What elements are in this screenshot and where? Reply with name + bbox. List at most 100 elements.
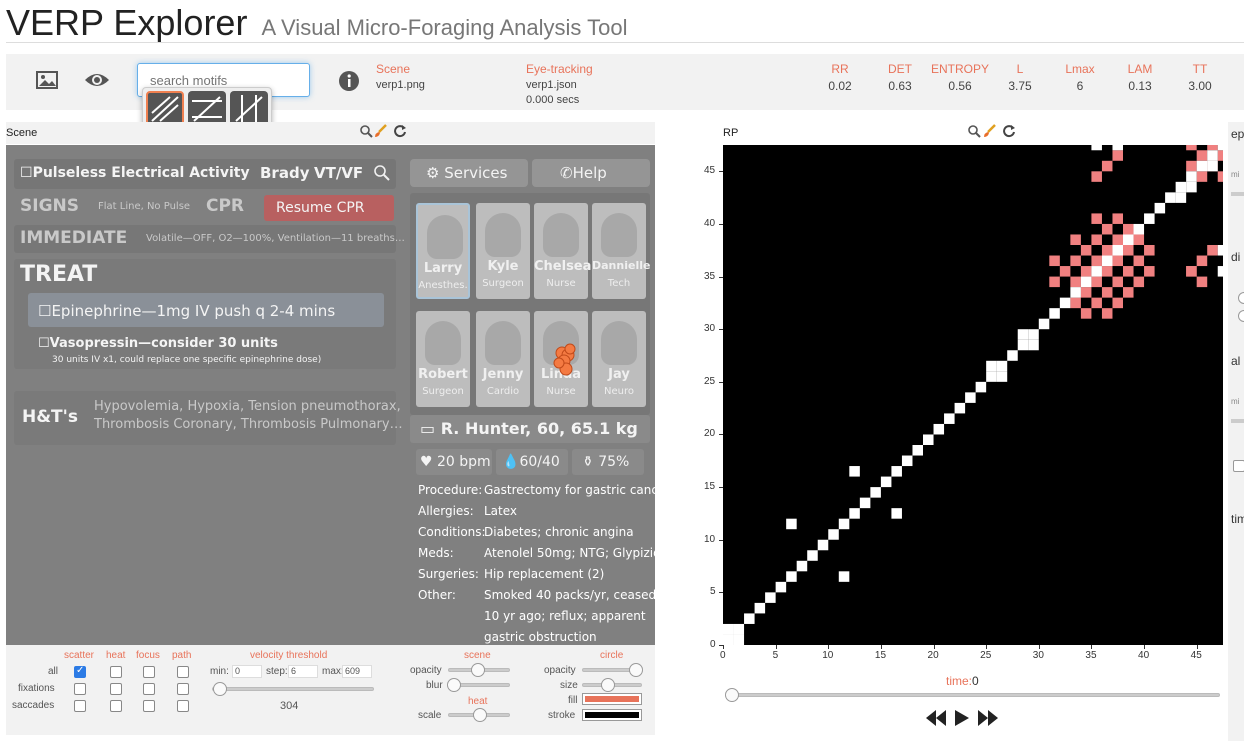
rp-recurrence-cell: [965, 392, 976, 403]
metric-value: 0.56: [948, 79, 972, 93]
scatter-saccades-checkbox[interactable]: [74, 700, 86, 712]
time-slider-knob[interactable]: [725, 688, 739, 702]
slider-knob[interactable]: [473, 708, 487, 722]
rp-recurrence-cell: [986, 360, 997, 372]
focus-all-checkbox[interactable]: [143, 666, 155, 678]
rp-motif-cell: [1196, 276, 1208, 288]
brush-icon[interactable]: [983, 124, 997, 143]
slider-knob[interactable]: [447, 678, 461, 692]
staff-card[interactable]: Jay Neuro: [592, 311, 646, 407]
brush-icon[interactable]: [374, 124, 388, 143]
detail-value: Latex: [484, 504, 518, 518]
focus-fixations-checkbox[interactable]: [143, 683, 155, 695]
refresh-icon[interactable]: [393, 124, 407, 143]
x-tick-label: 30: [1032, 650, 1044, 661]
scene-view[interactable]: ☐Pulseless Electrical Activity Brady VT/…: [6, 145, 655, 645]
scene-opacity-slider[interactable]: [448, 663, 510, 677]
rp-motif-cell: [1133, 234, 1145, 245]
scene-blur-slider[interactable]: [447, 678, 510, 692]
clipped-slider[interactable]: [1231, 419, 1244, 423]
metric-l: L 3.75: [990, 62, 1050, 93]
clipped-radio[interactable]: [1238, 292, 1244, 304]
help-label: ✆Help: [560, 164, 607, 182]
magnifier-icon[interactable]: [968, 125, 981, 143]
magnifier-icon[interactable]: [360, 125, 373, 143]
staff-card[interactable]: Larry Anesthes.: [416, 203, 470, 299]
y-tick-label: 15: [704, 481, 716, 493]
staff-name: Larry: [423, 261, 463, 276]
recurrence-plot[interactable]: [723, 139, 1229, 645]
x-tick-mark: [1196, 645, 1198, 649]
rp-motif-cell: [1217, 150, 1229, 161]
clipped-slider[interactable]: [1231, 192, 1244, 196]
rp-recurrence-cell: [1028, 329, 1039, 340]
patient-name-text: R. Hunter, 60, 65.1 kg: [440, 419, 638, 438]
detail-key: Other:: [418, 588, 456, 602]
x-tick-mark: [775, 645, 777, 649]
scatter-fixations-checkbox[interactable]: [74, 683, 86, 695]
max-input[interactable]: 609: [342, 665, 372, 678]
fast-forward-icon[interactable]: [978, 710, 998, 731]
fill-color-picker[interactable]: [582, 693, 642, 705]
circle-size-slider[interactable]: [582, 678, 642, 692]
recurrence-plot-svg: [723, 139, 1229, 645]
rp-motif-cell: [1186, 160, 1197, 172]
heat-all-checkbox[interactable]: [110, 666, 122, 678]
rewind-icon[interactable]: [926, 710, 946, 731]
velocity-slider[interactable]: [212, 682, 374, 696]
staff-card[interactable]: Dannielle Tech: [592, 203, 650, 299]
step-input[interactable]: 6: [288, 665, 318, 678]
metric-det: DET 0.63: [870, 62, 930, 93]
rp-motif-cell: [1091, 171, 1102, 182]
avatar: [543, 213, 579, 257]
staff-role: Surgeon: [422, 386, 464, 397]
path-all-checkbox[interactable]: [177, 666, 189, 678]
rp-recurrence-cell: [933, 423, 945, 435]
image-icon[interactable]: [36, 70, 60, 94]
staff-card[interactable]: Chelsea Nurse: [534, 203, 591, 299]
clipped-checkbox[interactable]: [1233, 460, 1244, 472]
rp-motif-cell: [1207, 139, 1218, 151]
time-slider[interactable]: [725, 688, 1220, 702]
path-saccades-checkbox[interactable]: [177, 700, 189, 712]
heat-saccades-checkbox[interactable]: [110, 700, 122, 712]
focus-saccades-checkbox[interactable]: [143, 700, 155, 712]
staff-card[interactable]: Jenny Cardio: [476, 311, 530, 407]
scatter-all-checkbox[interactable]: [74, 665, 86, 678]
velocity-slider-knob[interactable]: [213, 682, 227, 696]
min-input[interactable]: 0: [232, 665, 262, 678]
info-icon[interactable]: [338, 70, 360, 97]
clipped-radio[interactable]: [1238, 310, 1244, 322]
eye-icon[interactable]: [84, 70, 109, 94]
y-tick-mark: [719, 329, 723, 331]
patient-detail-row: Conditions:Diabetes; chronic angina: [418, 525, 634, 539]
refresh-icon[interactable]: [1002, 124, 1016, 143]
patient-detail-row: Surgeries: Hip replacement (2): [418, 567, 604, 581]
circle-opacity-slider[interactable]: [582, 663, 643, 677]
rp-recurrence-cell: [849, 466, 860, 477]
slider-knob[interactable]: [601, 678, 615, 692]
staff-card[interactable]: Robert Surgeon: [416, 311, 470, 407]
scene-search-icon[interactable]: [374, 165, 390, 186]
rp-label: RP: [723, 127, 739, 139]
slider-knob[interactable]: [629, 663, 643, 677]
metric-value: 0.63: [888, 79, 912, 93]
brady-tab[interactable]: Brady: [260, 164, 309, 182]
play-icon[interactable]: [955, 710, 969, 731]
rp-motif-cell: [1101, 223, 1113, 235]
heat-fixations-checkbox[interactable]: [110, 683, 122, 695]
rp-recurrence-cell: [901, 455, 913, 467]
rp-motif-cell: [1186, 266, 1197, 277]
slider-knob[interactable]: [471, 663, 485, 677]
vtvf-tab[interactable]: VT/VF: [314, 164, 363, 182]
staff-card[interactable]: Kyle Surgeon: [476, 203, 530, 299]
metric-value: 3.00: [1188, 79, 1212, 93]
path-fixations-checkbox[interactable]: [177, 683, 189, 695]
heat-scale-slider[interactable]: [448, 708, 510, 722]
rp-recurrence-cell: [1217, 266, 1229, 277]
stroke-color-picker[interactable]: [582, 709, 642, 721]
x-tick-mark: [1091, 645, 1093, 649]
rp-motif-cell: [1123, 245, 1134, 256]
y-tick-mark: [719, 434, 723, 436]
heat-scale-label: scale: [418, 710, 442, 721]
